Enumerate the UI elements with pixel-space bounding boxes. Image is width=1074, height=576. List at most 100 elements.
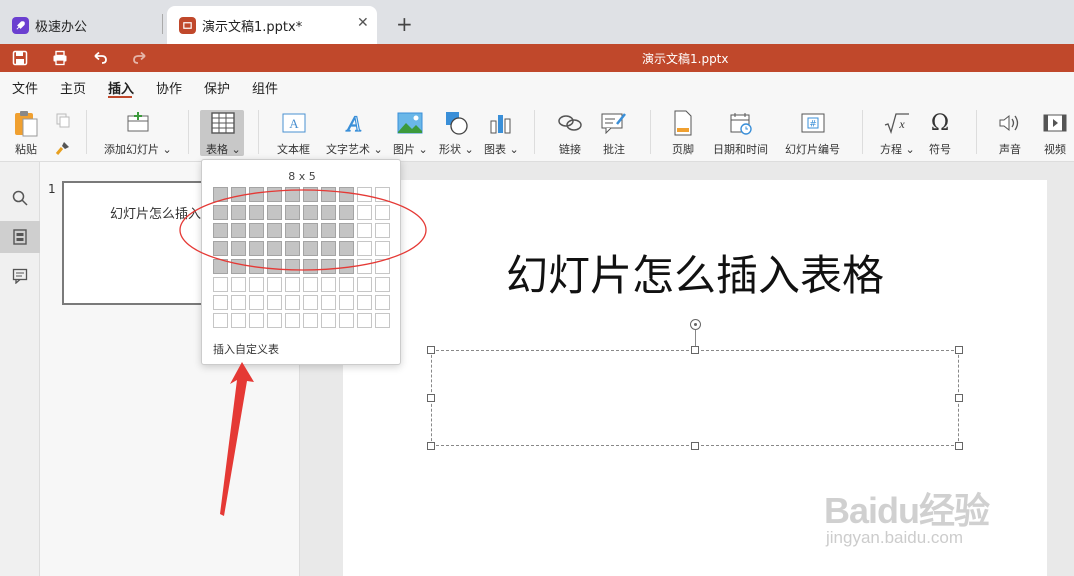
comment-icon [601, 108, 627, 138]
baidu-watermark-url: jingyan.baidu.com [826, 528, 964, 547]
add-slide-icon [125, 108, 151, 138]
table-grid-cell[interactable] [285, 277, 300, 292]
new-tab-icon[interactable]: + [396, 12, 413, 36]
close-icon[interactable]: ✕ [357, 15, 369, 31]
shape-label: 形状 ⌄ [439, 143, 474, 156]
table-grid-cell[interactable] [321, 313, 336, 328]
equation-button[interactable]: x 方程 ⌄ [880, 108, 915, 157]
resize-handle[interactable] [427, 442, 435, 450]
menu-bar: 文件 主页 插入 协作 保护 组件 [0, 72, 1074, 100]
footer-button[interactable]: 页脚 [672, 108, 694, 157]
table-grid-cell[interactable] [285, 295, 300, 310]
datetime-button[interactable]: 日期和时间 [713, 108, 768, 157]
tab-jisu-office[interactable]: 极速办公 [0, 6, 160, 44]
menu-collaborate[interactable]: 协作 [156, 78, 182, 97]
menu-home[interactable]: 主页 [60, 78, 86, 97]
insert-custom-table-button[interactable]: 插入自定义表 [213, 341, 279, 357]
comment-panel-icon[interactable] [12, 268, 28, 287]
table-grid-cell[interactable] [249, 313, 264, 328]
table-grid-cell[interactable] [267, 295, 282, 310]
table-grid-cell[interactable] [375, 295, 390, 310]
title-bar: 演示文稿1.pptx [0, 44, 1074, 72]
table-button[interactable]: 表格 ⌄ [206, 108, 241, 157]
table-grid-cell[interactable] [231, 277, 246, 292]
table-grid-cell[interactable] [303, 277, 318, 292]
table-grid-cell[interactable] [375, 313, 390, 328]
resize-handle[interactable] [427, 394, 435, 402]
link-icon [557, 108, 583, 138]
rotate-handle-icon[interactable] [689, 318, 702, 334]
slides-panel-toggle[interactable] [0, 221, 40, 253]
wordart-icon: A [342, 108, 366, 138]
table-grid-cell[interactable] [339, 313, 354, 328]
svg-text:#: # [809, 120, 817, 130]
resize-handle[interactable] [427, 346, 435, 354]
paste-button[interactable]: 粘贴 [12, 108, 40, 157]
table-grid-cell[interactable] [357, 277, 372, 292]
resize-handle[interactable] [955, 442, 963, 450]
format-painter-icon[interactable] [55, 140, 71, 159]
presentation-icon [179, 16, 196, 34]
ribbon-separator [534, 110, 535, 154]
table-grid-cell[interactable] [375, 277, 390, 292]
slide-number-button[interactable]: # 幻灯片编号 [785, 108, 840, 157]
table-grid-cell[interactable] [303, 313, 318, 328]
table-grid-cell[interactable] [231, 313, 246, 328]
print-icon[interactable] [52, 50, 68, 69]
slide-title[interactable]: 幻灯片怎么插入表格 [343, 242, 1047, 303]
menu-protect[interactable]: 保护 [204, 78, 230, 97]
shape-icon [443, 108, 469, 138]
table-grid-cell[interactable] [213, 277, 228, 292]
copy-icon[interactable] [55, 112, 71, 131]
table-grid-cell[interactable] [321, 277, 336, 292]
video-button[interactable]: 视频 [1043, 108, 1067, 157]
slide-number-label: 幻灯片编号 [785, 143, 840, 156]
wordart-button[interactable]: A 文字艺术 ⌄ [326, 108, 383, 157]
table-grid-cell[interactable] [267, 313, 282, 328]
table-grid-cell[interactable] [285, 313, 300, 328]
chart-button[interactable]: 图表 ⌄ [484, 108, 519, 157]
browser-tab-bar: 极速办公 演示文稿1.pptx* ✕ + [0, 0, 1074, 44]
tab-presentation[interactable]: 演示文稿1.pptx* ✕ [167, 6, 377, 44]
comment-button[interactable]: 批注 [601, 108, 627, 157]
undo-icon[interactable] [92, 50, 108, 69]
resize-handle[interactable] [691, 346, 699, 354]
resize-handle[interactable] [691, 442, 699, 450]
menu-file[interactable]: 文件 [12, 78, 38, 97]
redo-icon[interactable] [132, 50, 148, 69]
image-button[interactable]: 图片 ⌄ [393, 108, 428, 157]
menu-components[interactable]: 组件 [252, 78, 278, 97]
paste-label: 粘贴 [15, 143, 37, 156]
symbol-button[interactable]: Ω 符号 [929, 108, 951, 157]
comment-label: 批注 [603, 143, 625, 156]
table-grid-cell[interactable] [357, 295, 372, 310]
add-slide-button[interactable]: 添加幻灯片 ⌄ [104, 108, 172, 157]
table-grid-cell[interactable] [213, 295, 228, 310]
active-menu-underline [108, 96, 132, 98]
resize-handle[interactable] [955, 346, 963, 354]
image-icon [397, 108, 423, 138]
link-button[interactable]: 链接 [557, 108, 583, 157]
table-grid-cell[interactable] [339, 295, 354, 310]
table-grid-cell[interactable] [249, 295, 264, 310]
content-placeholder[interactable] [431, 350, 959, 446]
table-grid-cell[interactable] [303, 295, 318, 310]
table-grid-cell[interactable] [267, 277, 282, 292]
clipboard-icon [12, 108, 40, 138]
table-grid-cell[interactable] [249, 277, 264, 292]
save-icon[interactable] [12, 50, 28, 69]
symbol-label: 符号 [929, 143, 951, 156]
table-grid-cell[interactable] [321, 295, 336, 310]
shape-button[interactable]: 形状 ⌄ [439, 108, 474, 157]
search-icon[interactable] [12, 190, 28, 209]
audio-button[interactable]: 声音 [998, 108, 1022, 157]
svg-text:A: A [346, 111, 362, 135]
table-grid-cell[interactable] [339, 277, 354, 292]
menu-insert[interactable]: 插入 [108, 78, 134, 97]
slide-number-text: 1 [48, 182, 56, 196]
textbox-button[interactable]: A 文本框 [277, 108, 310, 157]
table-grid-cell[interactable] [213, 313, 228, 328]
resize-handle[interactable] [955, 394, 963, 402]
table-grid-cell[interactable] [357, 313, 372, 328]
table-grid-cell[interactable] [231, 295, 246, 310]
